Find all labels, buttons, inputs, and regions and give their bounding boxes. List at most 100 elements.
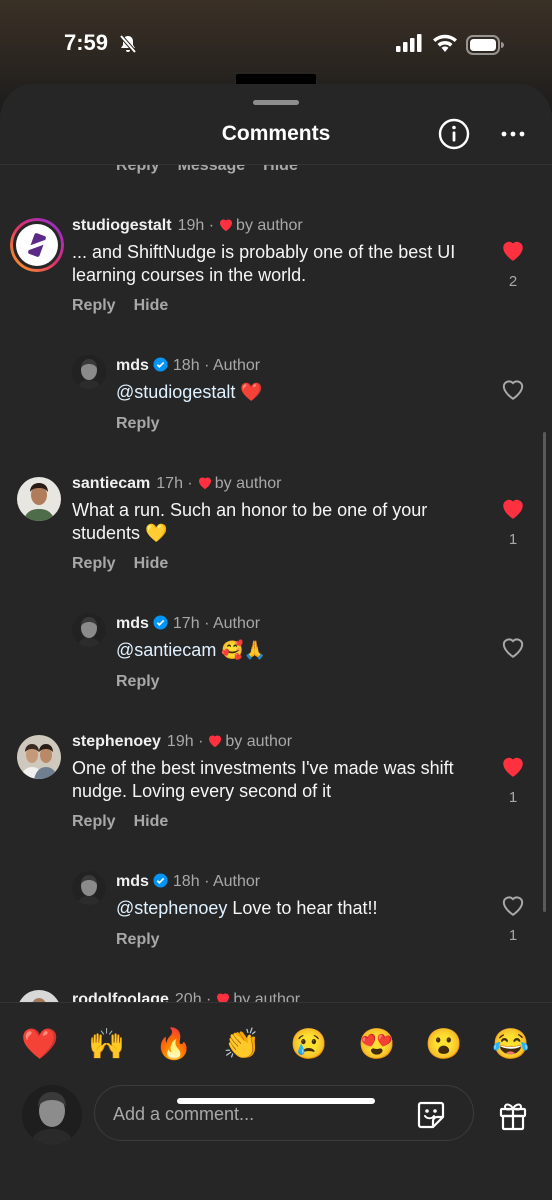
hide-button[interactable]: Hide: [134, 297, 169, 314]
mention-link[interactable]: @studiogestalt: [116, 382, 235, 402]
reply-button[interactable]: Reply: [116, 165, 160, 174]
comment-emoji: 🥰🙏: [221, 640, 267, 660]
comments-list[interactable]: Reply Message Hide studiogestalt 19h · by au…: [0, 165, 552, 1002]
comment-actions: Reply Hide: [72, 297, 186, 315]
separator: ·: [204, 615, 210, 632]
emoji-heart-eyes[interactable]: 😍: [357, 1025, 397, 1065]
cellular-signal-icon: [396, 34, 424, 57]
comment-text: What a run. Such an honor to be one of y…: [72, 500, 428, 543]
comment-text: One of the best investments I've made wa…: [72, 758, 454, 801]
like-button[interactable]: [500, 377, 526, 401]
silent-bell-icon: [118, 34, 138, 59]
like-count: 1: [508, 789, 518, 806]
like-button[interactable]: [500, 496, 526, 520]
comment-actions: Reply: [116, 673, 178, 691]
heart-icon: [218, 217, 234, 237]
avatar[interactable]: [72, 355, 106, 389]
scrollbar[interactable]: [543, 432, 546, 912]
emoji-surprised[interactable]: 😮: [424, 1025, 464, 1065]
like-count: 1: [508, 927, 518, 944]
username[interactable]: mds: [116, 873, 149, 890]
hide-button[interactable]: Hide: [134, 555, 169, 572]
comment-body: Love to hear that!!: [232, 898, 378, 918]
info-icon[interactable]: [438, 118, 470, 150]
verified-badge-icon: [153, 357, 168, 377]
avatar[interactable]: [10, 218, 64, 272]
comment-meta: stephenoey 19h · by author: [72, 733, 292, 753]
avatar[interactable]: [17, 735, 61, 779]
reply-button[interactable]: Reply: [72, 297, 116, 314]
by-author-label: by author: [214, 475, 282, 492]
by-author-label: by author: [236, 217, 303, 234]
username[interactable]: studiogestalt: [72, 217, 172, 234]
reply-button[interactable]: Reply: [72, 555, 116, 572]
emoji-laughing[interactable]: 😂: [491, 1025, 531, 1065]
comment-input[interactable]: [111, 1086, 405, 1142]
mention-link[interactable]: @santiecam: [116, 640, 216, 660]
comment-meta: mds 18h · Author: [116, 873, 260, 893]
comment-text: ... and ShiftNudge is probably one of th…: [72, 242, 456, 285]
heart-icon: [207, 733, 223, 753]
comment-meta: mds 18h · Author: [116, 357, 260, 377]
reply-button[interactable]: Reply: [116, 673, 160, 690]
comment-time: 17h: [172, 615, 200, 632]
sticker-icon[interactable]: [415, 1099, 447, 1136]
separator: ·: [198, 733, 204, 750]
emoji-crying[interactable]: 😢: [289, 1025, 329, 1065]
comment-emoji: ❤️: [240, 382, 263, 402]
mention-link[interactable]: @stephenoey: [116, 898, 227, 918]
sheet-grabber[interactable]: [253, 100, 299, 105]
username[interactable]: mds: [116, 357, 149, 374]
verified-badge-icon: [153, 615, 168, 635]
separator: ·: [204, 873, 210, 890]
avatar[interactable]: [17, 990, 61, 1002]
username[interactable]: stephenoey: [72, 733, 161, 750]
reply-button[interactable]: Reply: [72, 813, 116, 830]
username[interactable]: mds: [116, 615, 149, 632]
author-tag: Author: [212, 615, 261, 632]
author-tag: Author: [212, 357, 261, 374]
comment-time: 19h: [177, 217, 205, 234]
like-button[interactable]: [500, 754, 526, 778]
avatar[interactable]: [72, 613, 106, 647]
comment-actions: Reply Hide: [72, 555, 186, 573]
separator: ·: [204, 357, 210, 374]
hide-button[interactable]: Hide: [134, 813, 169, 830]
comment-meta: studiogestalt 19h · by author: [72, 217, 303, 237]
comment-time: 18h: [172, 873, 200, 890]
heart-icon: [197, 475, 213, 495]
comment-input-box[interactable]: [94, 1085, 474, 1142]
comment-text: @santiecam 🥰🙏: [116, 639, 476, 662]
like-count: 1: [508, 531, 518, 548]
emoji-fire[interactable]: 🔥: [154, 1025, 194, 1065]
like-button[interactable]: [500, 238, 526, 262]
avatar[interactable]: [17, 477, 61, 521]
message-button[interactable]: Message: [178, 165, 246, 174]
author-tag: Author: [212, 873, 261, 890]
separator: ·: [206, 991, 212, 1002]
emoji-heart[interactable]: ❤️: [20, 1025, 60, 1065]
comment-text: @studiogestalt ❤️: [116, 381, 476, 404]
emoji-clap[interactable]: 👏: [222, 1025, 262, 1065]
username[interactable]: rodolfoolage: [72, 991, 169, 1002]
like-button[interactable]: [500, 635, 526, 659]
like-button[interactable]: [500, 893, 526, 917]
emoji-raised-hands[interactable]: 🙌: [87, 1025, 127, 1065]
status-time: 7:59: [64, 30, 109, 55]
username[interactable]: santiecam: [72, 475, 150, 492]
avatar[interactable]: [72, 871, 106, 905]
comment-actions: Reply Hide: [72, 813, 186, 831]
heart-icon: [215, 991, 231, 1002]
gift-icon[interactable]: [497, 1099, 529, 1136]
wifi-icon: [432, 33, 458, 58]
more-icon[interactable]: [500, 126, 526, 142]
by-author-label: by author: [233, 991, 301, 1002]
reply-button[interactable]: Reply: [116, 415, 160, 432]
current-user-avatar: [22, 1085, 82, 1145]
comment-meta: mds 17h · Author: [116, 615, 260, 635]
reply-button[interactable]: Reply: [116, 931, 160, 948]
hide-button[interactable]: Hide: [263, 165, 298, 174]
verified-badge-icon: [153, 873, 168, 893]
comment-time: 19h: [166, 733, 194, 750]
home-indicator[interactable]: [177, 1098, 375, 1104]
